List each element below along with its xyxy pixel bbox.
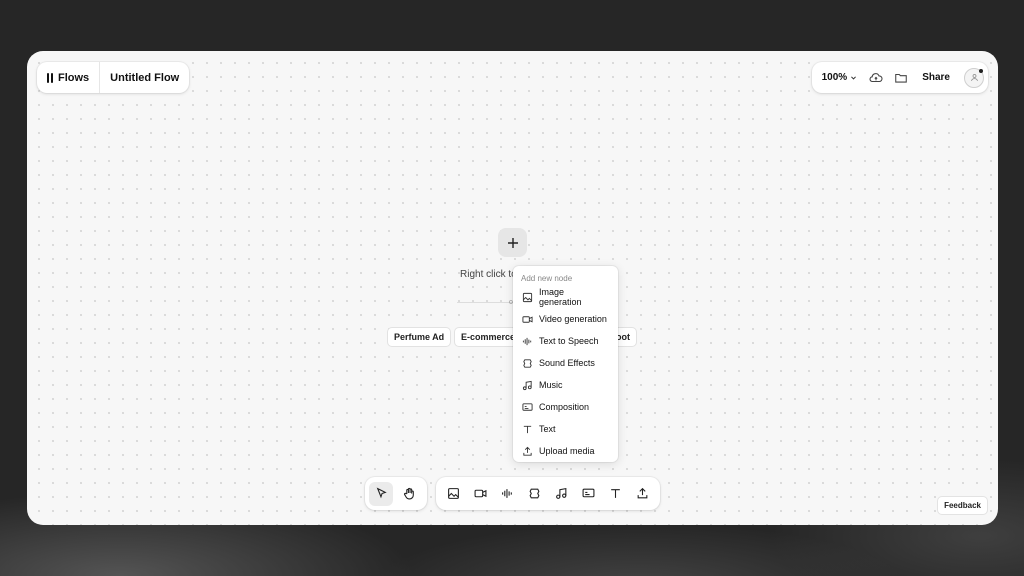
avatar[interactable] <box>964 67 984 88</box>
menu-item-label: Upload media <box>539 446 595 456</box>
upload-media-button[interactable] <box>631 482 655 506</box>
image-icon <box>448 488 459 499</box>
zoom-select[interactable]: 100% <box>822 72 858 83</box>
pointer-tool-button[interactable] <box>369 481 393 506</box>
user-icon <box>970 74 978 81</box>
text-icon <box>522 424 533 435</box>
sound-effects-icon <box>529 488 540 499</box>
flow-title[interactable]: Untitled Flow <box>99 62 189 93</box>
flows-logo-icon <box>47 72 53 83</box>
flow-header-right: 100% Share <box>811 62 988 93</box>
music-note-icon <box>556 487 567 499</box>
menu-item-text-to-speech[interactable]: Text to Speech <box>513 330 618 352</box>
add-text-node-button[interactable] <box>604 482 628 506</box>
menu-item-label: Video generation <box>539 314 607 324</box>
menu-item-music[interactable]: Music <box>513 374 618 396</box>
flow-canvas[interactable]: Flows Untitled Flow 100% Share Right cli… <box>27 51 998 525</box>
pointer-icon <box>376 487 387 499</box>
upload-icon <box>637 487 648 499</box>
menu-item-image-generation[interactable]: Image generation <box>513 286 618 308</box>
menu-item-text[interactable]: Text <box>513 418 618 440</box>
menu-item-label: Sound Effects <box>539 358 595 368</box>
menu-item-label: Text <box>539 424 556 434</box>
empty-hint: Right click to <box>460 269 517 280</box>
menu-item-upload-media[interactable]: Upload media <box>513 440 618 462</box>
waveform-icon <box>502 489 512 498</box>
menu-item-composition[interactable]: Composition <box>513 396 618 418</box>
add-node-menu: Add new node Image generation Video gene… <box>513 266 618 462</box>
brand-name: Flows <box>58 71 90 84</box>
menu-item-label: Composition <box>539 402 590 412</box>
add-image-node-button[interactable] <box>442 482 466 506</box>
sound-effects-icon <box>522 358 533 369</box>
brand-button[interactable]: Flows <box>37 62 99 93</box>
plus-icon <box>507 237 518 248</box>
flow-header-left: Flows Untitled Flow <box>37 62 190 93</box>
template-chip-perfume-ad[interactable]: Perfume Ad <box>387 327 452 347</box>
feedback-button[interactable]: Feedback <box>937 496 988 515</box>
cloud-sync-icon[interactable] <box>869 71 883 85</box>
menu-item-sound-effects[interactable]: Sound Effects <box>513 352 618 374</box>
menu-item-label: Text to Speech <box>539 336 599 346</box>
tool-selector <box>365 477 427 510</box>
add-sound-effects-node-button[interactable] <box>523 482 547 506</box>
node-toolbar <box>436 477 660 510</box>
upload-icon <box>522 446 533 457</box>
music-note-icon <box>522 380 533 391</box>
hand-tool-button[interactable] <box>397 482 421 506</box>
divider <box>457 302 517 303</box>
menu-item-label: Music <box>539 380 563 390</box>
waveform-icon <box>522 336 533 347</box>
add-music-node-button[interactable] <box>550 482 574 506</box>
menu-item-video-generation[interactable]: Video generation <box>513 308 618 330</box>
video-icon <box>522 314 533 325</box>
chevron-down-icon <box>850 74 857 81</box>
composition-icon <box>522 402 533 413</box>
video-icon <box>474 489 487 498</box>
menu-heading: Add new node <box>521 273 573 283</box>
add-video-node-button[interactable] <box>469 482 493 506</box>
text-icon <box>611 489 620 498</box>
share-button[interactable]: Share <box>922 72 950 83</box>
menu-item-label: Image generation <box>539 287 582 307</box>
zoom-value: 100% <box>821 72 848 83</box>
add-speech-node-button[interactable] <box>496 482 520 506</box>
composition-icon <box>582 488 595 498</box>
add-composition-node-button[interactable] <box>577 482 601 506</box>
hand-icon <box>403 487 414 500</box>
add-node-button[interactable] <box>498 228 527 257</box>
folder-icon[interactable] <box>894 71 908 85</box>
status-dot <box>979 68 983 73</box>
image-icon <box>522 292 533 303</box>
